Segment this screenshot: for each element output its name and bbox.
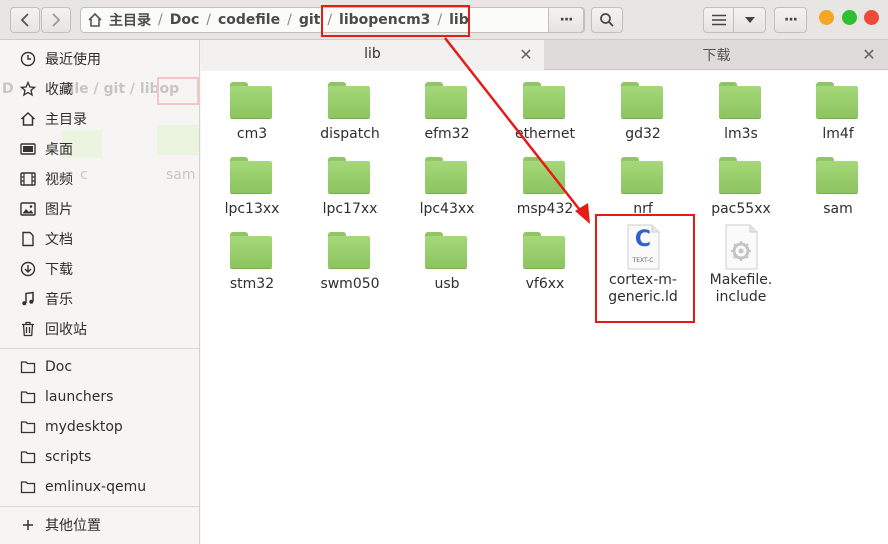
annotation-arrow: [444, 37, 590, 224]
